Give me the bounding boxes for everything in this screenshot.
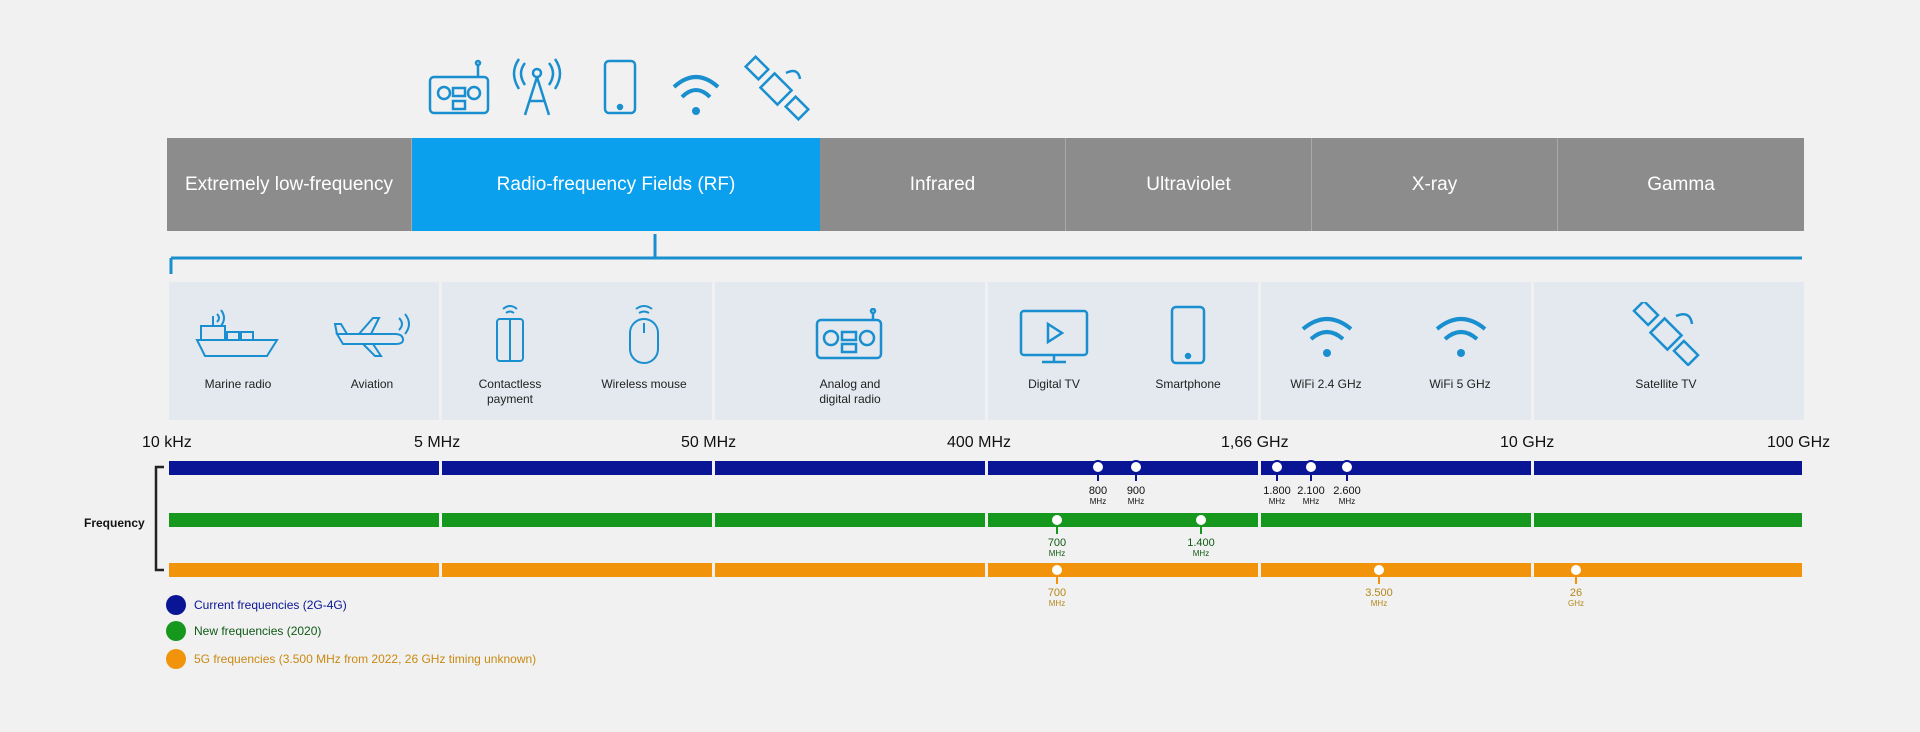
band-x-ray: X-ray xyxy=(1312,138,1558,231)
app-label-marine-radio: Marine radio xyxy=(204,377,272,391)
contactless-card-icon xyxy=(496,305,524,362)
legend-swatch-current xyxy=(166,595,186,615)
marker-pin-new-700 xyxy=(1050,513,1064,534)
legend-swatch-5g xyxy=(166,649,186,669)
band-gamma: Gamma xyxy=(1558,138,1804,231)
satellite-icon xyxy=(1632,302,1700,366)
band-infrared: Infrared xyxy=(820,138,1066,231)
scale-5mhz: 5 MHz xyxy=(414,434,461,451)
scale-50mhz: 50 MHz xyxy=(681,434,737,451)
app-label-wifi-2-4: WiFi 2.4 GHz xyxy=(1290,377,1362,391)
marker-pin-current-800 xyxy=(1091,460,1105,481)
legend-swatch-new xyxy=(166,621,186,641)
legend-label-5g: 5G frequencies (3.500 MHz from 2022, 26 … xyxy=(194,652,537,666)
marker-pin-current-1800 xyxy=(1270,460,1284,481)
scale-400mhz: 400 MHz xyxy=(947,434,1012,451)
app-label-analog-digital-radio: Analog and digital radio xyxy=(819,377,881,406)
band-ultraviolet: Ultraviolet xyxy=(1066,138,1312,231)
marker-pin-new-1400 xyxy=(1194,513,1208,534)
airplane-icon xyxy=(333,313,410,357)
satellite-icon xyxy=(743,55,811,122)
wifi-icon xyxy=(672,75,720,115)
top-icons xyxy=(428,55,811,122)
wireless-mouse-icon xyxy=(629,305,659,364)
legend-label-new: New frequencies (2020) xyxy=(194,624,322,638)
band-extremely-low-frequency: Extremely low-frequency xyxy=(167,138,412,231)
digital-tv-icon xyxy=(1019,309,1089,364)
wifi-icon xyxy=(1301,317,1353,357)
radio-icon xyxy=(815,308,883,360)
rf-bracket xyxy=(169,234,1802,274)
legend-label-current: Current frequencies (2G-4G) xyxy=(194,598,347,612)
marker-current-2600: 2.600 MHz xyxy=(1333,485,1361,507)
marker-current-900: 900 MHz xyxy=(1126,485,1146,507)
marker-pin-current-900 xyxy=(1129,460,1143,481)
app-label-wifi-5: WiFi 5 GHz xyxy=(1429,377,1491,391)
app-label-smartphone: Smartphone xyxy=(1155,377,1221,391)
wifi-icon xyxy=(1435,317,1487,357)
app-label-satellite-tv: Satellite TV xyxy=(1635,377,1697,391)
marker-new-700: 700 MHz xyxy=(1047,537,1067,559)
band-radio-frequency: Radio-frequency Fields (RF) xyxy=(412,138,820,231)
smartphone-icon xyxy=(603,59,637,115)
app-label-aviation: Aviation xyxy=(350,377,394,391)
marker-pin-5g-3500 xyxy=(1372,563,1386,584)
scale-10khz: 10 kHz xyxy=(142,434,192,451)
app-label-contactless-payment: Contactless payment xyxy=(478,377,542,406)
app-label-wireless-mouse: Wireless mouse xyxy=(601,377,687,391)
smartphone-icon xyxy=(1170,305,1206,365)
marker-pins xyxy=(1050,460,1583,584)
ship-icon xyxy=(195,309,279,357)
marker-pin-current-2100 xyxy=(1304,460,1318,481)
scale-1-66ghz: 1,66 GHz xyxy=(1221,434,1289,451)
antenna-tower-icon xyxy=(512,58,562,116)
marker-5g-3500: 3.500 MHz xyxy=(1365,587,1393,609)
scale-10ghz: 10 GHz xyxy=(1500,434,1555,451)
marker-new-1400: 1.400 MHz xyxy=(1187,537,1215,559)
marker-pin-5g-700 xyxy=(1050,563,1064,584)
marker-5g-700: 700 MHz xyxy=(1047,587,1067,609)
radio-icon xyxy=(428,59,490,115)
app-label-digital-tv: Digital TV xyxy=(1028,377,1080,391)
marker-5g-26: 26 GHz xyxy=(1568,587,1584,609)
marker-pin-current-2600 xyxy=(1340,460,1354,481)
marker-pin-5g-26 xyxy=(1569,563,1583,584)
scale-100ghz: 100 GHz xyxy=(1767,434,1831,451)
